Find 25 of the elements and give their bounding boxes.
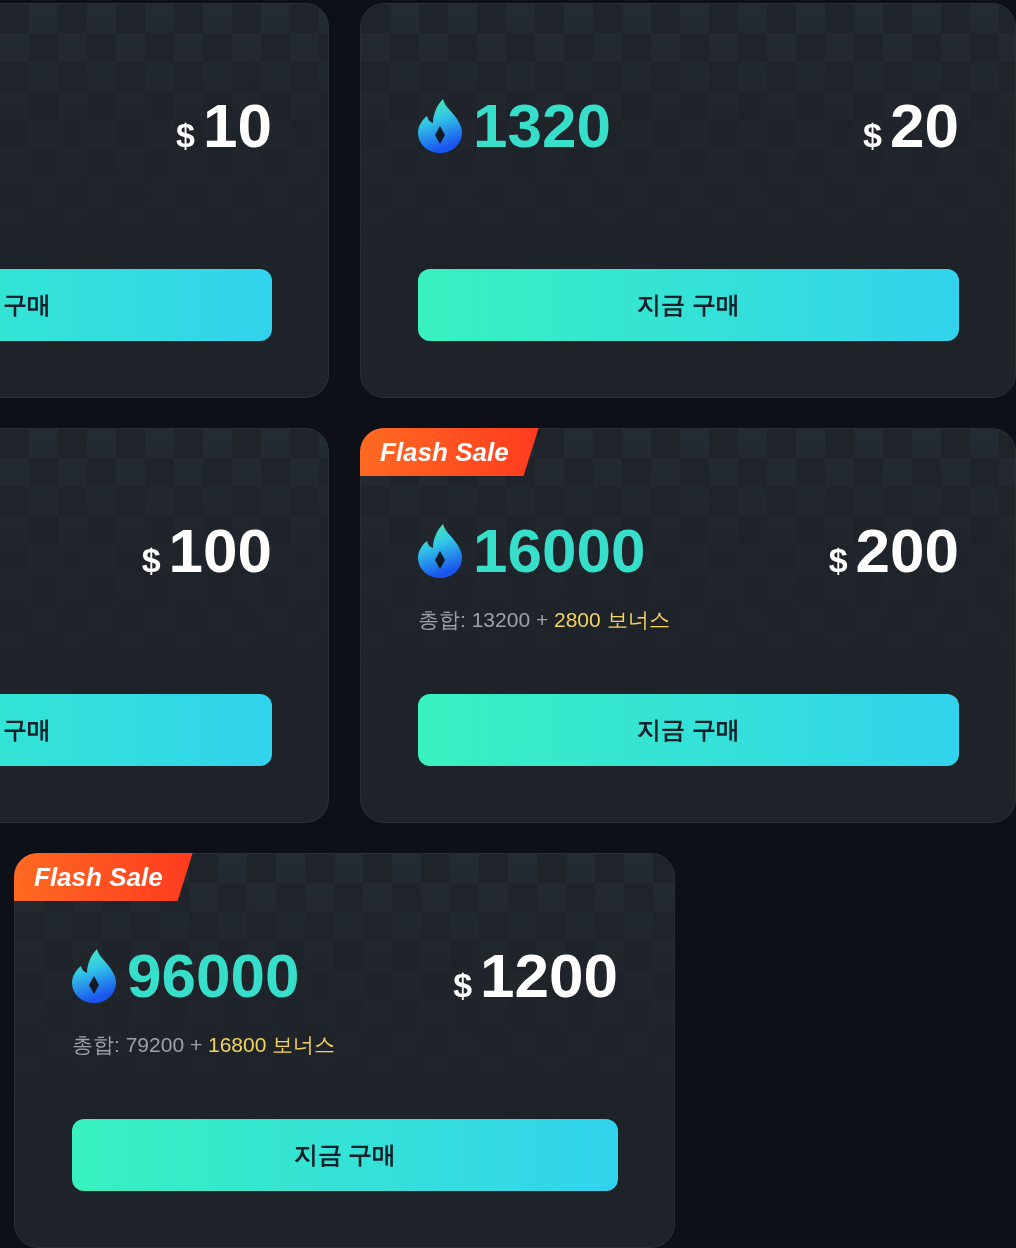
buy-now-button[interactable]: 구매 — [0, 269, 272, 341]
price-amount: 100 — [168, 520, 272, 582]
currency-symbol: $ — [141, 543, 161, 577]
gem-amount: 96000 — [127, 945, 300, 1007]
currency-symbol: $ — [453, 968, 473, 1002]
buy-now-button[interactable]: 구매 — [0, 694, 272, 766]
buy-now-button[interactable]: 지금 구매 — [418, 269, 959, 341]
bonus-summary-text: 총합: 13200 + 2800 보너스 — [418, 607, 670, 633]
buy-now-button[interactable]: 지금 구매 — [72, 1119, 618, 1191]
bonus-summary-text: 총합: 79200 + 16800 보너스 — [72, 1032, 336, 1058]
currency-symbol: $ — [176, 118, 196, 152]
price-amount: 20 — [890, 95, 959, 157]
currency-symbol: $ — [828, 543, 848, 577]
flash-sale-badge: Flash Sale — [360, 428, 539, 476]
flame-gem-icon — [72, 949, 116, 1003]
currency-symbol: $ — [863, 118, 883, 152]
gem-amount: 1320 — [473, 95, 611, 157]
price-amount: 200 — [855, 520, 959, 582]
flash-sale-badge: Flash Sale — [14, 853, 193, 901]
gem-amount: 16000 — [473, 520, 646, 582]
buy-now-button[interactable]: 지금 구매 — [418, 694, 959, 766]
flame-gem-icon — [418, 99, 462, 153]
price-amount: 1200 — [480, 945, 618, 1007]
price-amount: 10 — [203, 95, 272, 157]
flame-gem-icon — [418, 524, 462, 578]
